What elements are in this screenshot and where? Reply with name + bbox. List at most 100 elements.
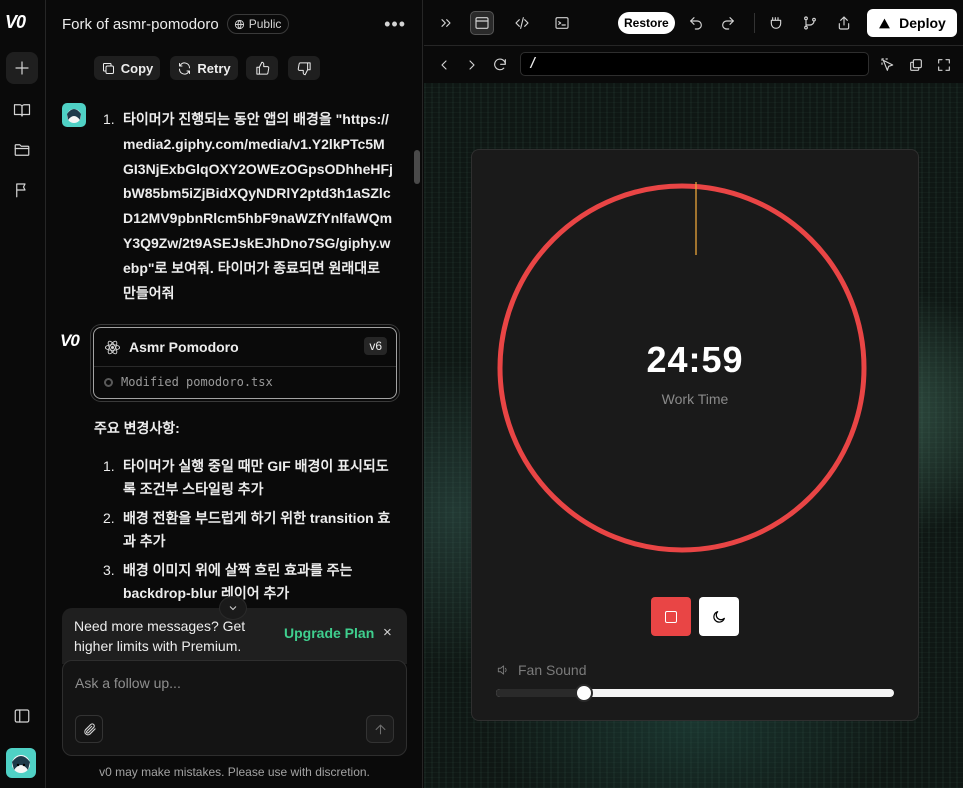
projects-button[interactable] — [6, 134, 38, 166]
close-banner-button[interactable]: × — [383, 624, 392, 641]
toggle-sidebar-button[interactable] — [6, 700, 38, 732]
avatar-image — [67, 109, 81, 123]
browser-bar: / — [424, 47, 963, 83]
volume-slider-thumb[interactable] — [574, 684, 593, 702]
volume-slider-fill — [496, 689, 584, 697]
fullscreen-button[interactable] — [932, 53, 956, 77]
changes-heading: 주요 변경사항: — [94, 420, 180, 436]
share-button[interactable] — [832, 11, 856, 35]
list-item-text: 타이머가 실행 중일 때만 GIF 배경이 표시되도록 조건부 스타일링 추가 — [123, 458, 389, 497]
list-item: 2. 배경 전환을 부드럽게 하기 위한 transition 효과 추가 — [103, 507, 393, 553]
open-new-window-button[interactable] — [904, 53, 928, 77]
timer-display: 24:59 — [646, 339, 744, 380]
user-avatar — [62, 103, 86, 127]
tab-code[interactable] — [510, 11, 534, 35]
user-message: 1. 타이머가 진행되는 동안 앱의 배경을 "https://media2.g… — [103, 107, 393, 305]
list-item: 3. 배경 이미지 위에 살짝 흐린 효과를 주는 backdrop-blur 레… — [103, 559, 393, 605]
browser-window-icon — [475, 17, 489, 29]
user-message-text: 타이머가 진행되는 동안 앱의 배경을 "https://media2.giph… — [123, 111, 393, 301]
chevron-left-icon — [441, 60, 447, 70]
git-button[interactable] — [798, 11, 822, 35]
terminal-icon — [555, 17, 569, 29]
collapse-chat-button[interactable] — [434, 11, 458, 35]
undo-button[interactable] — [684, 11, 708, 35]
timer-mode-label: Work Time — [661, 391, 729, 407]
plug-icon — [770, 17, 782, 29]
book-open-icon — [13, 104, 31, 117]
globe-icon — [234, 19, 244, 29]
tab-terminal[interactable] — [550, 11, 574, 35]
list-item-text: 배경 이미지 위에 살짝 흐린 효과를 주는 backdrop-blur 레이어… — [123, 562, 353, 601]
chat-header: Fork of asmr-pomodoro Public — [46, 0, 422, 48]
v0-logo[interactable]: V0 — [5, 12, 26, 33]
avatar-image — [12, 755, 30, 773]
deploy-button[interactable]: Deploy — [867, 9, 957, 37]
attach-button[interactable] — [75, 715, 103, 743]
changes-list: 1. 타이머가 실행 중일 때만 GIF 배경이 표시되도록 조건부 스타일링 추… — [103, 455, 393, 611]
version-card[interactable]: Asmr Pomodoro v6 Modified pomodoro.tsx — [93, 327, 397, 399]
react-atom-icon — [104, 340, 121, 354]
version-badge: v6 — [364, 337, 387, 355]
copy-button[interactable]: Copy — [94, 56, 160, 80]
left-rail: V0 — [0, 0, 46, 788]
more-options-button[interactable]: ••• — [384, 14, 406, 35]
deploy-label: Deploy — [899, 15, 946, 31]
visibility-badge[interactable]: Public — [226, 14, 290, 34]
integrations-button[interactable] — [764, 11, 788, 35]
windows-icon — [910, 59, 922, 71]
thumbs-down-button[interactable] — [288, 56, 320, 80]
disclaimer-text: v0 may make mistakes. Please use with di… — [99, 765, 370, 779]
reload-button[interactable] — [488, 53, 512, 77]
sound-name: Fan Sound — [518, 662, 587, 678]
triangle-icon — [879, 18, 891, 28]
theme-toggle-button[interactable] — [699, 597, 739, 636]
chevrons-right-icon — [441, 19, 451, 27]
send-button[interactable] — [366, 715, 394, 743]
arrow-up-icon — [375, 724, 385, 734]
app-preview: 24:59 Work Time Fan Sound — [424, 83, 963, 788]
retry-button[interactable]: Retry — [170, 56, 238, 80]
sound-label: Fan Sound — [496, 662, 587, 678]
visibility-label: Public — [248, 17, 282, 31]
chat-scrollbar[interactable] — [414, 150, 420, 184]
new-chat-button[interactable] — [6, 52, 38, 84]
undo-icon — [690, 17, 702, 30]
share-icon — [838, 16, 850, 30]
code-icon — [515, 17, 529, 29]
restore-button[interactable]: Restore — [618, 12, 675, 34]
version-card-title: Asmr Pomodoro — [129, 339, 239, 355]
follow-up-input[interactable] — [75, 675, 375, 691]
upgrade-plan-link[interactable]: Upgrade Plan — [284, 625, 374, 641]
feedback-button[interactable] — [6, 174, 38, 206]
forward-button[interactable] — [460, 53, 484, 77]
volume-slider[interactable] — [496, 684, 894, 702]
select-element-button[interactable] — [876, 53, 900, 77]
pomodoro-card: 24:59 Work Time Fan Sound — [471, 149, 919, 721]
retry-label: Retry — [197, 60, 231, 76]
upsell-text: Need more messages? Get higher limits wi… — [74, 618, 246, 654]
url-field[interactable]: / — [520, 52, 869, 76]
stop-square-icon — [665, 610, 677, 623]
tab-preview[interactable] — [470, 11, 494, 35]
stop-button[interactable] — [651, 597, 691, 636]
thumbs-down-icon — [297, 61, 311, 75]
sidebar-icon — [14, 709, 30, 723]
back-button[interactable] — [432, 53, 456, 77]
paperclip-icon — [83, 722, 96, 735]
git-branch-icon — [804, 16, 816, 30]
redo-icon — [722, 17, 734, 30]
user-avatar-button[interactable] — [6, 748, 36, 778]
redo-button[interactable] — [716, 11, 740, 35]
project-title[interactable]: Fork of asmr-pomodoro — [62, 16, 219, 33]
flag-icon — [16, 183, 26, 198]
list-number: 1. — [103, 111, 115, 127]
version-card-subtitle: Modified pomodoro.tsx — [121, 375, 273, 389]
list-number: 3. — [103, 562, 115, 578]
library-button[interactable] — [6, 94, 38, 126]
scroll-to-bottom-button[interactable] — [219, 596, 247, 620]
thumbs-up-button[interactable] — [246, 56, 278, 80]
refresh-icon — [494, 58, 506, 71]
list-item-text: 배경 전환을 부드럽게 하기 위한 transition 효과 추가 — [123, 510, 391, 549]
chevron-down-icon — [229, 606, 237, 611]
chevron-right-icon — [469, 60, 475, 70]
